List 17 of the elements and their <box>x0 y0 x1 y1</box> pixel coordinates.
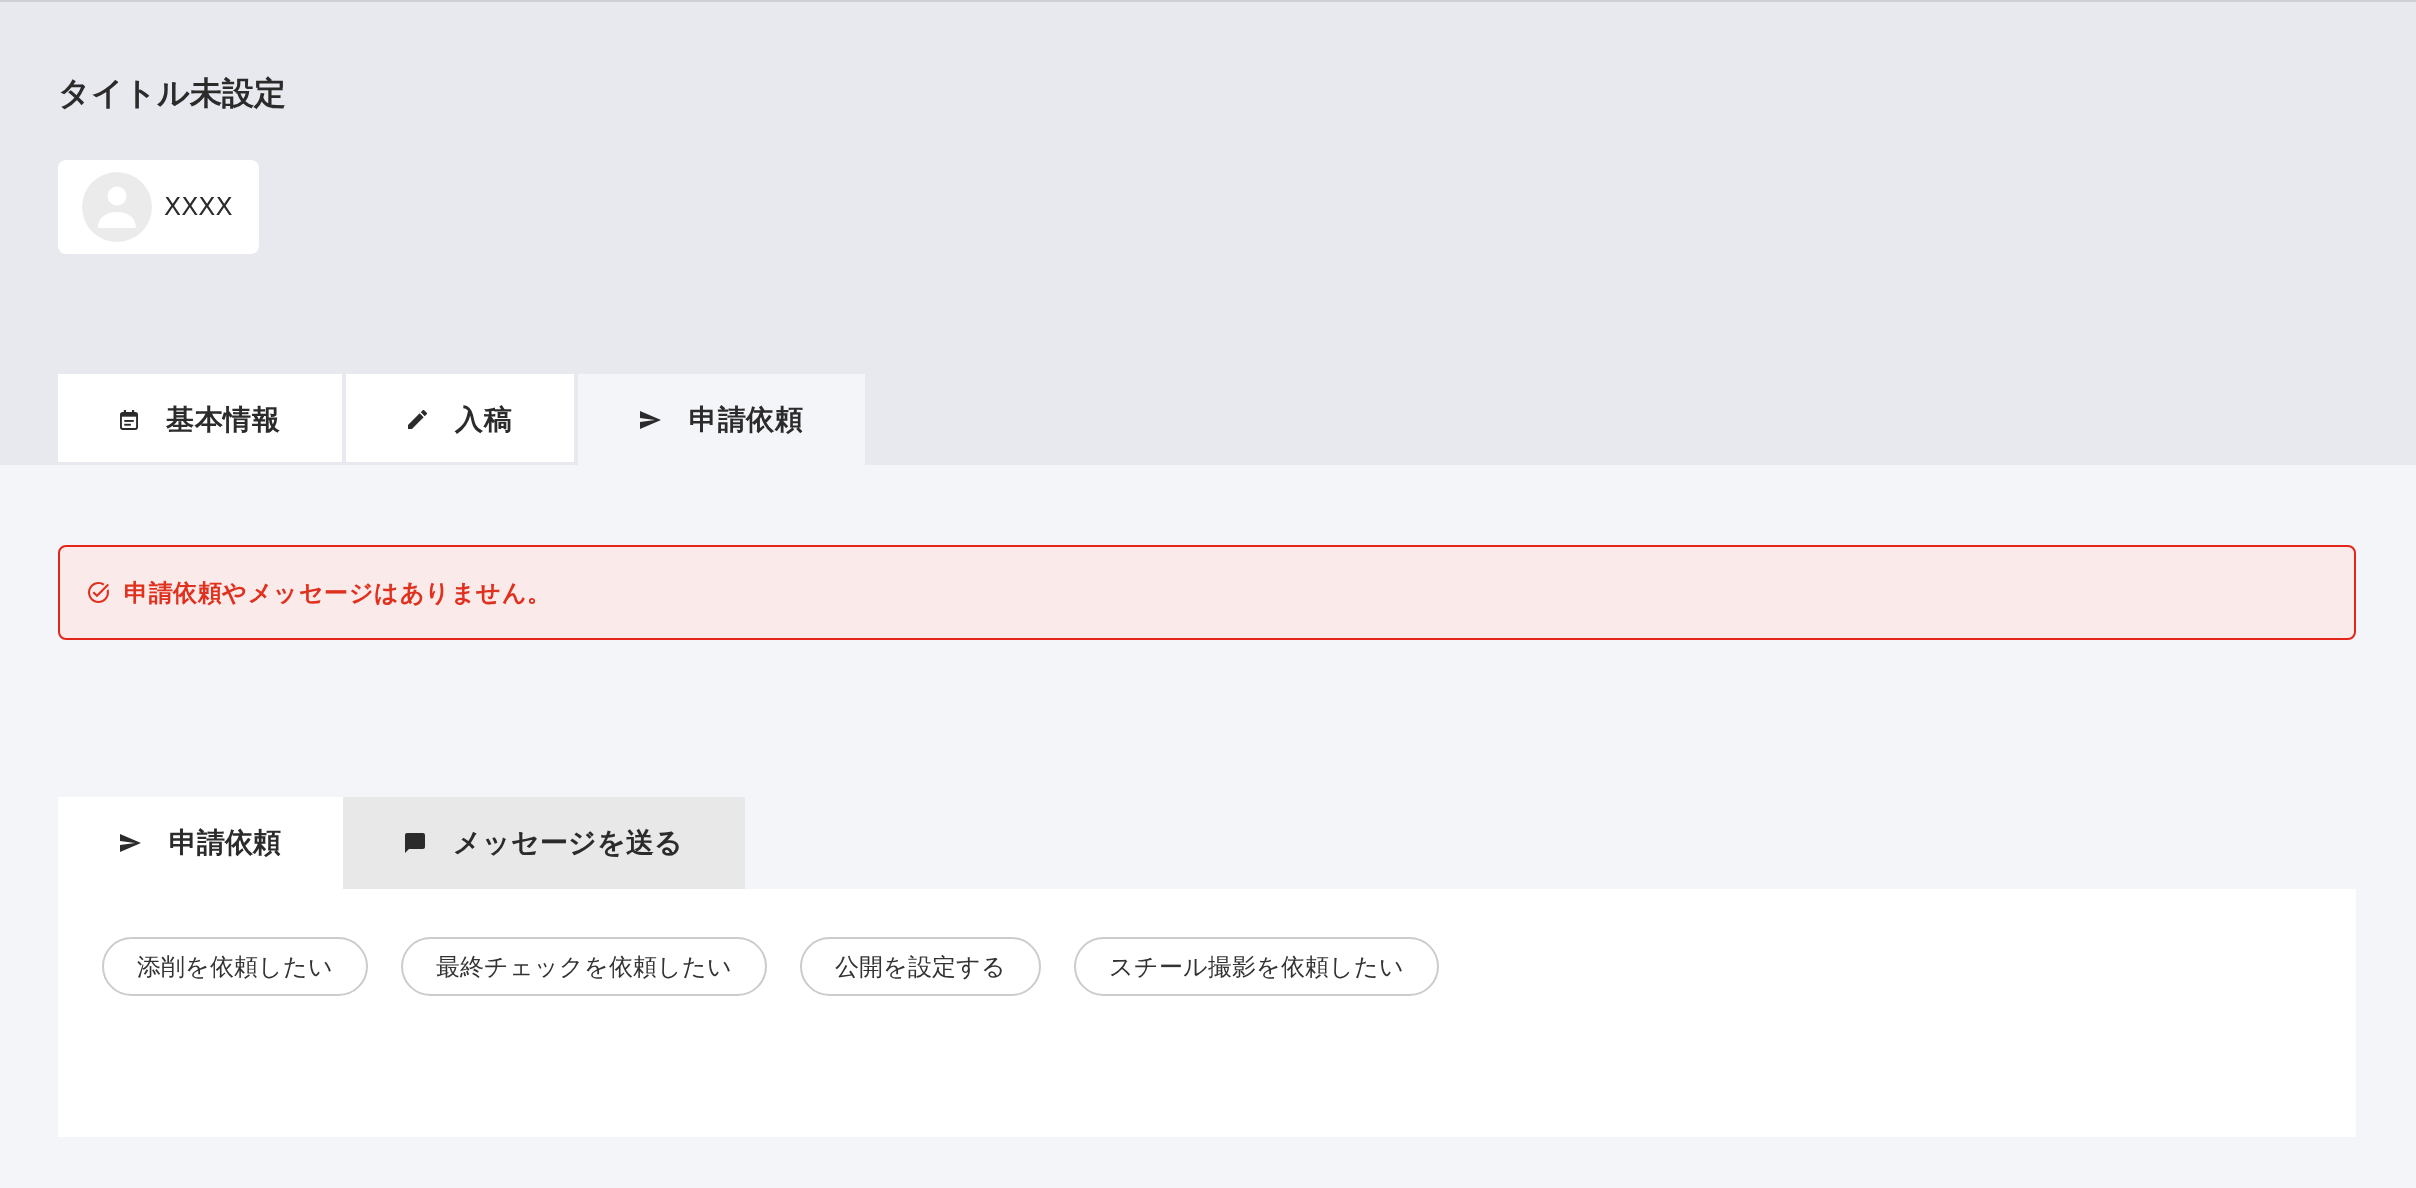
tab[interactable]: 申請依頼 <box>58 797 343 889</box>
calendar-icon <box>120 409 138 430</box>
tab[interactable]: 申請依頼 <box>578 374 865 465</box>
page-title: タイトル未設定 <box>58 73 286 114</box>
request-chip[interactable]: スチール撮影を依頼したい <box>1074 937 1439 996</box>
request-chip[interactable]: 公開を設定する <box>800 937 1041 996</box>
user-name: XXXX <box>164 192 233 222</box>
alert-message: 申請依頼やメッセージはありません。 <box>124 577 552 609</box>
tab[interactable]: 基本情報 <box>58 374 342 465</box>
tab[interactable]: 入稿 <box>346 374 574 465</box>
request-chip[interactable]: 添削を依頼したい <box>102 937 368 996</box>
send-icon <box>120 834 141 852</box>
request-chip[interactable]: 最終チェックを依頼したい <box>401 937 767 996</box>
tab[interactable]: メッセージを送る <box>343 797 745 889</box>
pencil-icon <box>408 410 427 429</box>
chat-bubble-icon <box>405 833 425 853</box>
send-icon <box>640 410 661 429</box>
